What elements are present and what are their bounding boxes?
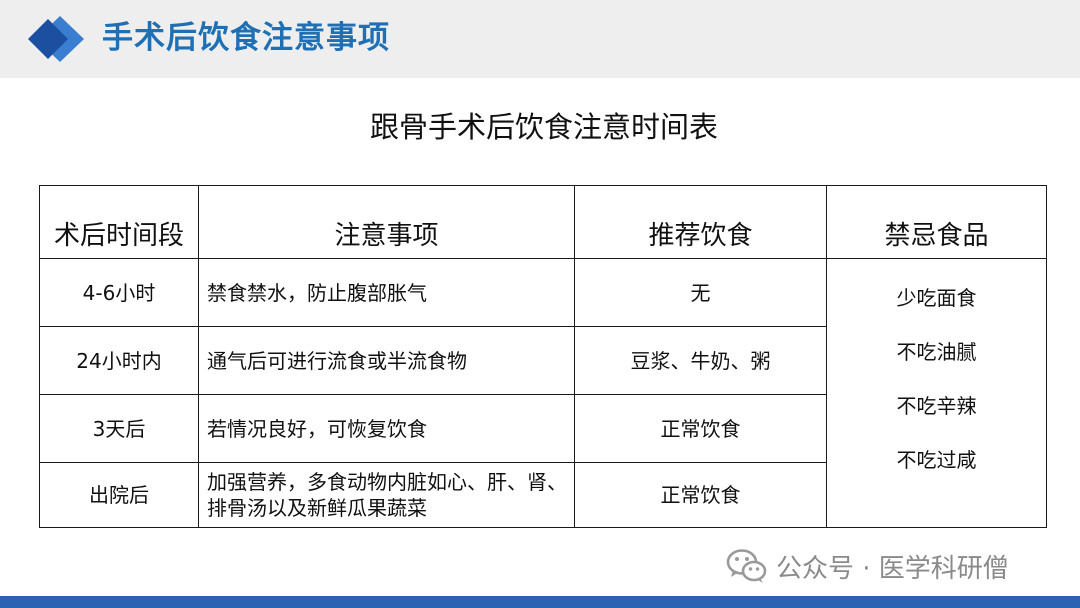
header-band: 手术后饮食注意事项 [0, 0, 1080, 78]
period-cell: 出院后 [39, 462, 199, 528]
taboo-foods-cell: 少吃面食 不吃油腻 不吃辛辣 不吃过咸 [826, 258, 1047, 528]
notes-cell: 加强营养，多食动物内脏如心、肝、肾、排骨汤以及新鲜瓜果蔬菜 [198, 462, 575, 528]
taboo-item: 不吃过咸 [896, 448, 977, 472]
period-cell: 3天后 [39, 394, 199, 463]
period-cell: 4-6小时 [39, 258, 199, 327]
taboo-item: 不吃油腻 [896, 340, 977, 364]
recommended-cell: 正常饮食 [574, 462, 827, 528]
column-header-recommended: 推荐饮食 [574, 185, 827, 259]
diet-schedule-table: 术后时间段 注意事项 推荐饮食 禁忌食品 4-6小时 禁食禁水，防止腹部胀气 无… [39, 185, 1047, 528]
period-cell: 24小时内 [39, 326, 199, 395]
taboo-item: 少吃面食 [896, 286, 977, 310]
taboo-list: 少吃面食 不吃油腻 不吃辛辣 不吃过咸 [827, 259, 1046, 473]
watermark: 公众号 · 医学科研僧 [726, 546, 1009, 586]
watermark-text: 公众号 · 医学科研僧 [776, 553, 1009, 584]
table-row: 4-6小时 禁食禁水，防止腹部胀气 无 少吃面食 不吃油腻 不吃辛辣 不吃过咸 [39, 258, 1047, 528]
taboo-item: 不吃辛辣 [896, 394, 977, 418]
recommended-cell: 正常饮食 [574, 394, 827, 463]
table-title: 跟骨手术后饮食注意时间表 [369, 110, 718, 144]
recommended-cell: 豆浆、牛奶、粥 [574, 326, 827, 395]
page-title: 手术后饮食注意事项 [102, 20, 390, 56]
column-header-period: 术后时间段 [39, 185, 199, 259]
recommended-cell: 无 [574, 258, 827, 327]
notes-cell: 禁食禁水，防止腹部胀气 [198, 258, 575, 327]
double-diamond-icon [28, 16, 84, 62]
notes-cell: 通气后可进行流食或半流食物 [198, 326, 575, 395]
wechat-icon [726, 549, 767, 583]
slide: 手术后饮食注意事项 跟骨手术后饮食注意时间表 术后时间段 注意事项 推荐饮食 禁… [0, 0, 1080, 608]
table-header-row: 术后时间段 注意事项 推荐饮食 禁忌食品 [39, 185, 1047, 259]
column-header-notes: 注意事项 [198, 185, 575, 259]
column-header-taboo: 禁忌食品 [826, 185, 1047, 259]
notes-cell: 若情况良好，可恢复饮食 [198, 394, 575, 463]
bottom-bar [0, 596, 1080, 608]
